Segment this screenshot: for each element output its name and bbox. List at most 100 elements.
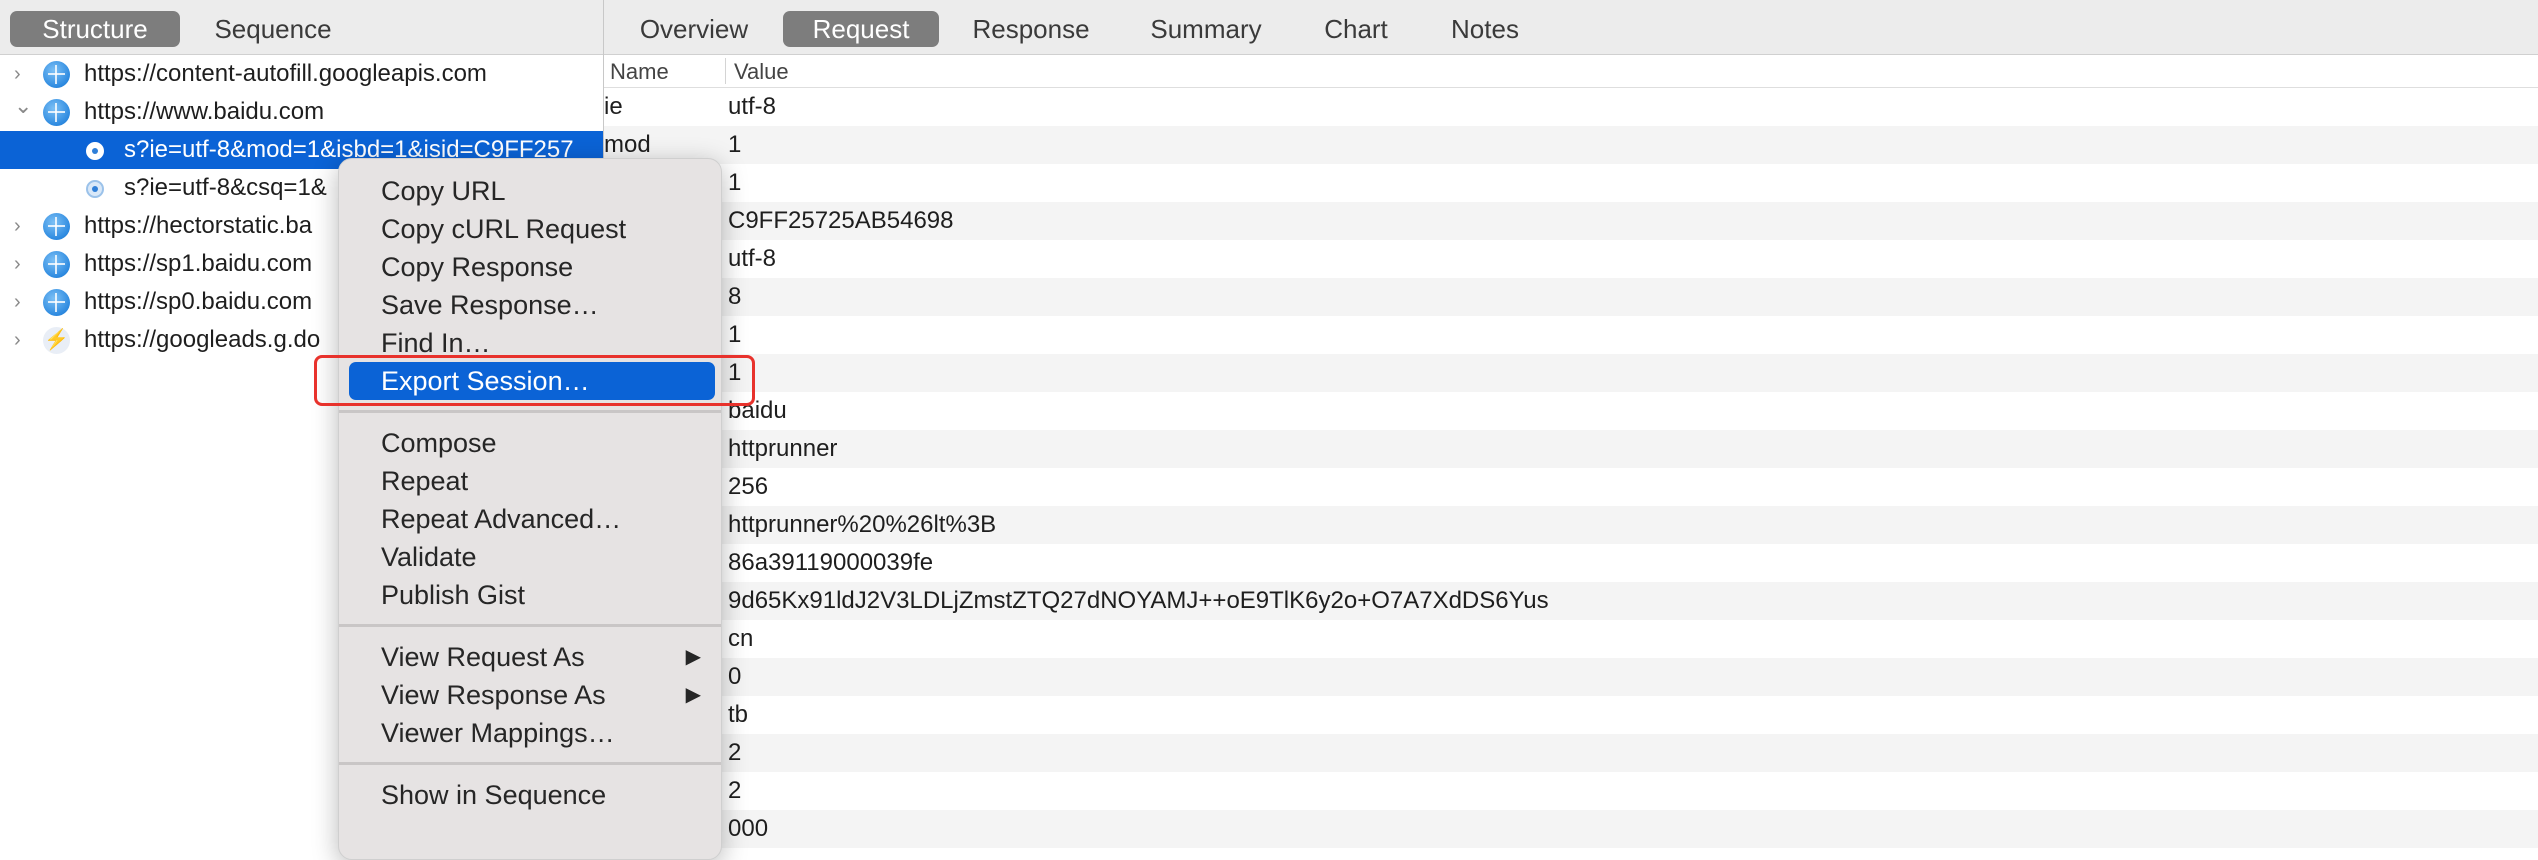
context-menu: Copy URL Copy cURL Request Copy Response Sa… <box>338 158 722 860</box>
menu-item-label: Repeat <box>381 466 469 496</box>
param-value: 0 <box>728 663 742 690</box>
table-row[interactable]: 1 <box>604 164 2538 202</box>
menu-item-compose[interactable]: Compose <box>339 424 721 462</box>
menu-separator <box>339 762 721 765</box>
request-icon <box>86 142 104 160</box>
chevron-right-icon[interactable]: › <box>14 283 30 321</box>
chevron-right-icon[interactable]: › <box>14 207 30 245</box>
globe-icon <box>43 213 70 240</box>
tree-host-row[interactable]: ⌄ https://www.baidu.com <box>0 93 603 131</box>
param-name: ie <box>604 93 623 120</box>
table-row[interactable]: 9d65Kx91ldJ2V3LDLjZmstZTQ27dNOYAMJ++oE9T… <box>604 582 2538 620</box>
table-row[interactable]: httprunner <box>604 430 2538 468</box>
table-row[interactable]: tb <box>604 696 2538 734</box>
menu-item-copy-response[interactable]: Copy Response <box>339 248 721 286</box>
menu-item-label: Save Response… <box>381 290 599 320</box>
menu-item-viewer-mappings[interactable]: Viewer Mappings… <box>339 714 721 752</box>
table-row[interactable]: 0 <box>604 658 2538 696</box>
param-value: utf-8 <box>728 93 777 120</box>
table-row[interactable]: baidu <box>604 392 2538 430</box>
column-divider[interactable] <box>725 58 726 84</box>
table-row[interactable]: 000 <box>604 810 2538 848</box>
column-header-value[interactable]: Value <box>734 59 789 85</box>
submenu-arrow-icon: ▶ <box>685 684 701 706</box>
column-header-name[interactable]: Name <box>610 59 669 85</box>
param-value: 9d65Kx91ldJ2V3LDLjZmstZTQ27dNOYAMJ++oE9T… <box>728 587 1549 614</box>
menu-item-repeat-advanced[interactable]: Repeat Advanced… <box>339 500 721 538</box>
menu-item-label: Copy URL <box>381 176 506 206</box>
table-row[interactable]: 2 <box>604 734 2538 772</box>
tab-overview[interactable]: Overview <box>630 11 758 47</box>
table-row[interactable]: 2 <box>604 772 2538 810</box>
menu-item-repeat[interactable]: Repeat <box>339 462 721 500</box>
menu-item-copy-url[interactable]: Copy URL <box>339 172 721 210</box>
charles-proxy-window: Structure Sequence › https://content-aut… <box>0 0 2538 860</box>
host-label: https://sp1.baidu.com <box>84 250 313 277</box>
globe-icon <box>43 61 70 88</box>
table-row[interactable]: 256 <box>604 468 2538 506</box>
param-value: httprunner%20%26lt%3B <box>728 511 997 538</box>
menu-item-copy-curl-request[interactable]: Copy cURL Request <box>339 210 721 248</box>
globe-icon <box>43 289 70 316</box>
chevron-right-icon[interactable]: › <box>14 321 30 359</box>
param-value: 1 <box>728 169 742 196</box>
globe-icon <box>43 251 70 278</box>
table-row[interactable]: 8 <box>604 278 2538 316</box>
params-table-header: Name Value <box>604 55 2538 88</box>
menu-item-label: Publish Gist <box>381 580 526 610</box>
globe-icon <box>43 99 70 126</box>
host-label: https://content-autofill.googleapis.com <box>84 60 487 87</box>
tree-host-row[interactable]: › https://content-autofill.googleapis.co… <box>0 55 603 93</box>
menu-item-label: Show in Sequence <box>381 780 607 810</box>
right-tab-bar: Overview Request Response Summary Chart … <box>604 0 2538 55</box>
submenu-arrow-icon: ▶ <box>685 646 701 668</box>
tab-sequence[interactable]: Sequence <box>188 11 358 47</box>
table-row[interactable]: 1 <box>604 316 2538 354</box>
menu-item-label: Viewer Mappings… <box>381 718 615 748</box>
table-row[interactable]: ie utf-8 <box>604 88 2538 126</box>
table-row[interactable]: cn <box>604 620 2538 658</box>
param-value: 1 <box>728 131 742 158</box>
bolt-icon: ⚡ <box>43 327 70 354</box>
menu-item-show-in-sequence[interactable]: Show in Sequence <box>339 776 721 814</box>
menu-separator <box>339 410 721 413</box>
host-label: https://www.baidu.com <box>84 98 325 125</box>
tab-response[interactable]: Response <box>960 11 1102 47</box>
param-value: 8 <box>728 283 742 310</box>
menu-item-label: Copy cURL Request <box>381 214 627 244</box>
request-icon <box>86 180 104 198</box>
table-row[interactable]: mod 1 <box>604 126 2538 164</box>
table-row[interactable]: utf-8 <box>604 240 2538 278</box>
menu-separator <box>339 624 721 627</box>
param-value: tb <box>728 701 749 728</box>
menu-item-label: View Request As <box>381 642 585 672</box>
chevron-down-icon[interactable]: ⌄ <box>14 87 32 125</box>
detail-pane: Overview Request Response Summary Chart … <box>604 0 2538 848</box>
tab-request[interactable]: Request <box>783 11 939 47</box>
table-row[interactable]: C9FF25725AB54698 <box>604 202 2538 240</box>
chevron-right-icon[interactable]: › <box>14 245 30 283</box>
highlight-annotation-box <box>314 355 755 406</box>
menu-item-label: View Response As <box>381 680 606 710</box>
menu-item-publish-gist[interactable]: Publish Gist <box>339 576 721 614</box>
table-row[interactable]: 86a39119000039fe <box>604 544 2538 582</box>
param-value: 1 <box>728 321 742 348</box>
param-value: cn <box>728 625 754 652</box>
param-value: C9FF25725AB54698 <box>728 207 954 234</box>
menu-item-label: Validate <box>381 542 477 572</box>
menu-item-save-response[interactable]: Save Response… <box>339 286 721 324</box>
param-value: utf-8 <box>728 245 777 272</box>
request-label: s?ie=utf-8&csq=1& <box>124 174 327 201</box>
host-label: https://googleads.g.do <box>84 326 321 353</box>
table-row[interactable]: httprunner%20%26lt%3B <box>604 506 2538 544</box>
tab-chart[interactable]: Chart <box>1308 11 1404 47</box>
tab-notes[interactable]: Notes <box>1433 11 1537 47</box>
menu-item-view-request-as[interactable]: View Request As ▶ <box>339 638 721 676</box>
menu-item-validate[interactable]: Validate <box>339 538 721 576</box>
tab-structure[interactable]: Structure <box>10 11 180 47</box>
menu-item-view-response-as[interactable]: View Response As ▶ <box>339 676 721 714</box>
table-row[interactable]: 1 <box>604 354 2538 392</box>
param-value: 000 <box>728 815 769 842</box>
tab-summary[interactable]: Summary <box>1134 11 1278 47</box>
left-tab-bar: Structure Sequence <box>0 0 603 55</box>
